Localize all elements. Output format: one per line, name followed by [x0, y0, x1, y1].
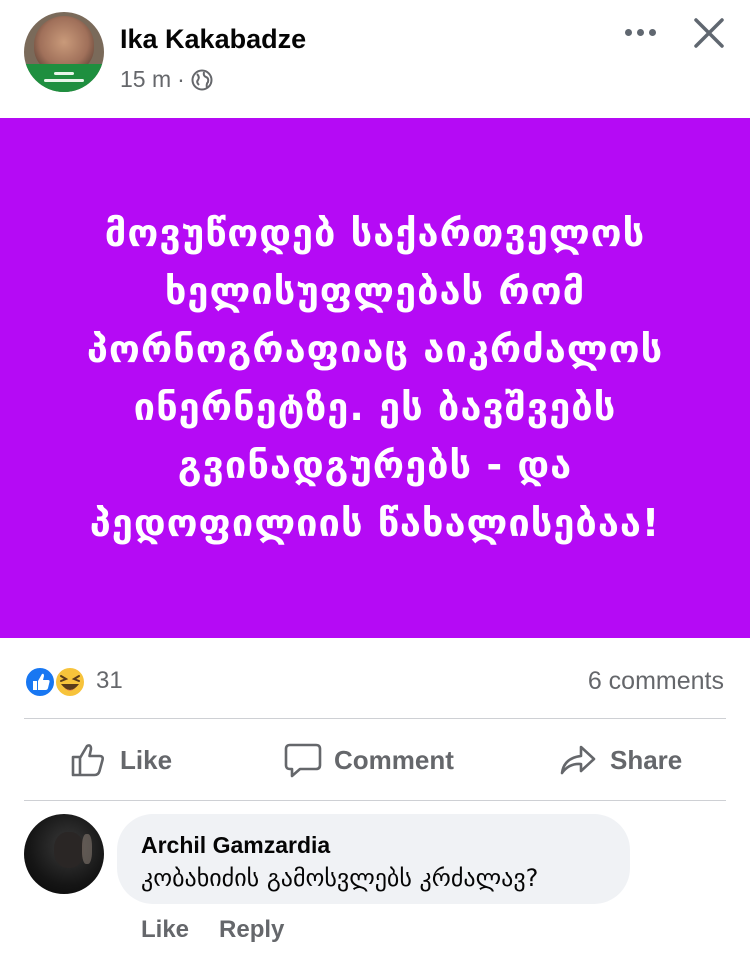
meta-separator: ·: [177, 66, 185, 92]
share-button[interactable]: Share: [560, 740, 682, 780]
avatar-logo-band: [24, 64, 104, 92]
post-meta: 15 m ·: [120, 66, 213, 93]
reaction-count[interactable]: 31: [96, 667, 123, 695]
divider: [24, 800, 726, 801]
comment-text: კობახიძის გამოსვლებს კრძალავ?: [141, 864, 539, 892]
comment-label: Comment: [334, 744, 454, 775]
thumbs-up-icon: [71, 744, 104, 777]
more-options-icon[interactable]: [618, 14, 662, 50]
author-avatar[interactable]: [24, 12, 104, 92]
post-text-line: პორნოგრაფიაც აიკრძალოს: [86, 327, 664, 371]
comment-reply-button[interactable]: Reply: [219, 916, 284, 944]
share-label: Share: [610, 744, 683, 775]
post-timestamp[interactable]: 15 m: [120, 66, 171, 93]
like-icon: [24, 666, 56, 698]
reaction-icons[interactable]: [24, 665, 88, 699]
comments-count[interactable]: 6 comments: [588, 667, 724, 696]
post-stats: 31 6 comments: [0, 655, 750, 711]
post-text: მოვუწოდებ საქართველოს ხელისუფლებას რომ პ…: [65, 204, 685, 552]
close-icon[interactable]: [690, 14, 728, 52]
post-header: Ika Kakabadze 15 m ·: [0, 0, 750, 118]
like-label: Like: [120, 744, 173, 775]
divider: [24, 718, 726, 719]
post-text-line: ხელისუფლებას რომ: [164, 269, 586, 313]
comment-like-button[interactable]: Like: [141, 916, 189, 944]
post-text-line: ინერნეტზე. ეს ბავშვებს: [133, 385, 617, 429]
author-name[interactable]: Ika Kakabadze: [120, 24, 306, 55]
post-text-line: გვინადგურებს - და: [177, 443, 573, 487]
comment-actions: Like Reply: [141, 916, 284, 944]
comment-button[interactable]: Comment: [284, 740, 454, 780]
comment-bubble: Archil Gamzardia კობახიძის გამოსვლებს კრ…: [117, 814, 630, 904]
globe-icon[interactable]: [191, 69, 213, 91]
comment-icon: [284, 743, 322, 778]
share-icon: [560, 745, 596, 775]
post-actions: Like Comment Share: [0, 722, 750, 800]
haha-icon: [54, 666, 86, 698]
commenter-avatar[interactable]: [24, 814, 104, 894]
commenter-name[interactable]: Archil Gamzardia: [141, 832, 330, 859]
post-text-line: მოვუწოდებ საქართველოს: [104, 211, 646, 255]
like-button[interactable]: Like: [70, 740, 172, 780]
post-background: მოვუწოდებ საქართველოს ხელისუფლებას რომ პ…: [0, 118, 750, 638]
post-text-line: პედოფილიის წახალისებაა!: [89, 501, 661, 545]
comment-item: Archil Gamzardia კობახიძის გამოსვლებს კრ…: [0, 812, 750, 962]
